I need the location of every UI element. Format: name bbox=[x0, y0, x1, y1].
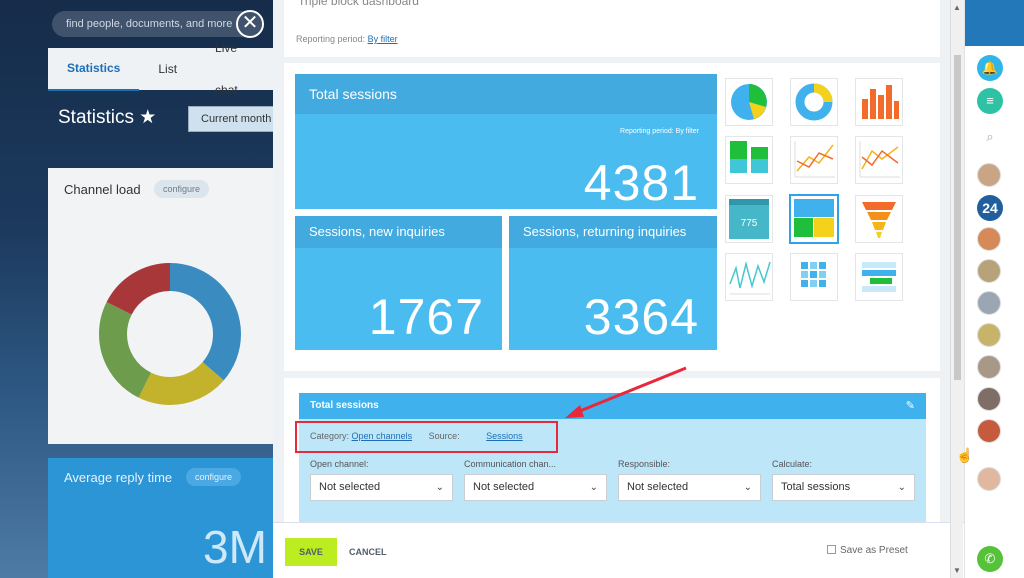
open-channel-value: Not selected bbox=[319, 481, 381, 493]
phone-icon[interactable]: ✆ bbox=[977, 546, 1003, 572]
tab-statistics[interactable]: Statistics bbox=[48, 47, 140, 91]
widget-preview-panel: Total sessions Reporting period: By filt… bbox=[284, 63, 940, 371]
save-as-preset[interactable]: Save as Preset bbox=[827, 545, 908, 556]
calculate-label: Calculate: bbox=[772, 459, 813, 469]
channel-load-card: Channel load configure bbox=[48, 168, 278, 444]
sparkline-icon[interactable] bbox=[725, 253, 773, 301]
search-icon[interactable]: ⌕ bbox=[977, 124, 1003, 150]
group-avatar[interactable] bbox=[977, 467, 1001, 491]
dashboard-header-panel: Triple block dashboard Reporting period:… bbox=[284, 0, 940, 57]
number-tile-thumb-value: 775 bbox=[741, 218, 758, 229]
chevron-down-icon: ⌄ bbox=[743, 482, 752, 493]
returning-inquiries-value: 3364 bbox=[583, 289, 699, 345]
modal-scrollbar[interactable]: ▲ ▼ bbox=[950, 0, 963, 578]
scroll-down-icon[interactable]: ▼ bbox=[953, 566, 961, 575]
responsible-select[interactable]: Not selected ⌄ bbox=[618, 474, 761, 501]
cancel-button[interactable]: CANCEL bbox=[349, 538, 387, 566]
line-chart-icon[interactable] bbox=[790, 136, 838, 184]
save-button[interactable]: SAVE bbox=[285, 538, 337, 566]
communication-channel-value: Not selected bbox=[473, 481, 535, 493]
pie-chart-icon[interactable] bbox=[725, 78, 773, 126]
new-inquiries-tile: Sessions, new inquiries 1767 bbox=[295, 216, 502, 350]
average-reply-title: Average reply time bbox=[64, 470, 173, 485]
returning-inquiries-title: Sessions, returning inquiries bbox=[509, 216, 717, 248]
average-reply-value: 3M bbox=[203, 521, 267, 573]
mouse-cursor-icon: ☝ bbox=[956, 447, 974, 463]
preset-label: Save as Preset bbox=[840, 545, 908, 556]
line-chart-alt-icon[interactable] bbox=[855, 136, 903, 184]
chevron-down-icon: ⌄ bbox=[897, 482, 906, 493]
widget-settings-panel: Total sessions ✎ Category: Open channels… bbox=[284, 378, 940, 529]
number-tile-icon[interactable]: 775 bbox=[725, 195, 773, 243]
new-inquiries-title: Sessions, new inquiries bbox=[295, 216, 502, 248]
total-sessions-value: 4381 bbox=[583, 155, 699, 211]
donut-chart-icon[interactable] bbox=[790, 78, 838, 126]
chat-icon[interactable]: ≡ bbox=[977, 88, 1003, 114]
avatar[interactable] bbox=[977, 387, 1001, 411]
channel-load-title: Channel load bbox=[64, 182, 141, 197]
bar-chart-icon[interactable] bbox=[855, 78, 903, 126]
total-sessions-tile: Total sessions Reporting period: By filt… bbox=[295, 74, 717, 211]
right-sidebar: 🔔 ≡ ⌕ 24 ✆ bbox=[964, 0, 1024, 578]
communication-channel-select[interactable]: Not selected ⌄ bbox=[464, 474, 607, 501]
avatar[interactable] bbox=[977, 227, 1001, 251]
chevron-down-icon: ⌄ bbox=[589, 482, 598, 493]
dashboard-title: Triple block dashboard bbox=[298, 0, 419, 8]
edit-icon[interactable]: ✎ bbox=[906, 393, 915, 419]
funnel-icon[interactable] bbox=[855, 195, 903, 243]
annotation-highlight-box bbox=[295, 421, 558, 453]
reporting-period-link[interactable]: By filter bbox=[368, 34, 398, 44]
widget-settings-modal: Triple block dashboard Reporting period:… bbox=[273, 0, 965, 578]
configure-button[interactable]: configure bbox=[154, 180, 210, 198]
page-title: Statistics ★ bbox=[58, 107, 157, 128]
period-button[interactable]: Current month bbox=[188, 106, 278, 132]
tab-list[interactable]: List bbox=[139, 48, 196, 90]
heatmap-icon[interactable] bbox=[790, 253, 838, 301]
modal-footer: SAVE CANCEL Save as Preset bbox=[273, 522, 965, 578]
reporting-period-row: Reporting period: By filter bbox=[296, 34, 398, 44]
messenger-24-icon[interactable]: 24 bbox=[977, 195, 1003, 221]
avatar[interactable] bbox=[977, 259, 1001, 283]
calculate-select[interactable]: Total sessions ⌄ bbox=[772, 474, 915, 501]
open-channel-select[interactable]: Not selected ⌄ bbox=[310, 474, 453, 501]
stacked-bar-icon[interactable] bbox=[725, 136, 773, 184]
returning-inquiries-tile: Sessions, returning inquiries 3364 bbox=[509, 216, 717, 350]
responsible-value: Not selected bbox=[627, 481, 689, 493]
tab-live-chat[interactable]: Live chat bbox=[196, 27, 278, 111]
avatar[interactable] bbox=[977, 291, 1001, 315]
communication-channel-label: Communication chan... bbox=[464, 459, 557, 469]
avatar[interactable] bbox=[977, 355, 1001, 379]
configure-button-2[interactable]: configure bbox=[186, 468, 242, 486]
total-sessions-title: Total sessions bbox=[295, 74, 717, 114]
new-inquiries-value: 1767 bbox=[368, 289, 484, 345]
total-sessions-subtitle: Reporting period: By filter bbox=[620, 128, 699, 135]
settings-header: Total sessions ✎ bbox=[299, 393, 926, 419]
avatar[interactable] bbox=[977, 419, 1001, 443]
table-chart-icon[interactable] bbox=[855, 253, 903, 301]
preset-checkbox[interactable] bbox=[827, 545, 836, 554]
calculate-value: Total sessions bbox=[781, 481, 851, 493]
channel-load-donut bbox=[99, 263, 241, 405]
scrollbar-thumb[interactable] bbox=[954, 55, 961, 380]
average-reply-card: Average reply time configure 3M bbox=[48, 458, 278, 578]
open-channel-label: Open channel: bbox=[310, 459, 369, 469]
avatar[interactable] bbox=[977, 163, 1001, 187]
settings-header-title: Total sessions bbox=[310, 400, 379, 411]
responsible-label: Responsible: bbox=[618, 459, 671, 469]
notifications-bell-icon[interactable]: 🔔 bbox=[977, 55, 1003, 81]
sidebar-top-bar bbox=[965, 0, 1024, 46]
avatar[interactable] bbox=[977, 323, 1001, 347]
triple-block-icon[interactable] bbox=[789, 194, 839, 244]
scroll-up-icon[interactable]: ▲ bbox=[953, 3, 961, 12]
reporting-period-label: Reporting period: bbox=[296, 34, 366, 44]
chevron-down-icon: ⌄ bbox=[435, 482, 444, 493]
background-tabs: Statistics List Live chat bbox=[48, 41, 278, 97]
